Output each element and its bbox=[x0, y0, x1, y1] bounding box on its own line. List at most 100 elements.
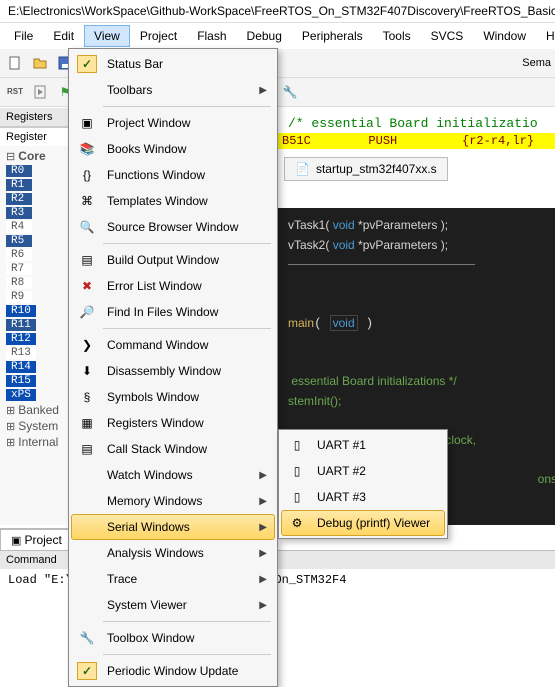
system-viewer-icon bbox=[77, 596, 97, 614]
menu-file[interactable]: File bbox=[4, 25, 43, 47]
menu-find-in-files[interactable]: 🔎Find In Files Window bbox=[71, 299, 275, 325]
serial-icon bbox=[77, 518, 97, 536]
wrench-icon[interactable]: 🔧 bbox=[279, 81, 301, 103]
disassembly-icon: ⬇ bbox=[77, 362, 97, 380]
menu-call-stack[interactable]: ▤Call Stack Window bbox=[71, 436, 275, 462]
run-icon[interactable] bbox=[29, 81, 51, 103]
chevron-right-icon: ▶ bbox=[259, 574, 267, 585]
reg-r12[interactable]: R12 bbox=[6, 333, 36, 345]
reg-xps[interactable]: xPS bbox=[6, 389, 36, 401]
new-file-icon[interactable] bbox=[4, 52, 26, 74]
menu-system-viewer[interactable]: System Viewer▶ bbox=[71, 592, 275, 618]
menu-edit[interactable]: Edit bbox=[43, 25, 84, 47]
menu-window[interactable]: Window bbox=[473, 25, 536, 47]
reg-r6[interactable]: R6 bbox=[6, 249, 32, 261]
menu-disassembly[interactable]: ⬇Disassembly Window bbox=[71, 358, 275, 384]
menu-command-window[interactable]: ❯Command Window bbox=[71, 332, 275, 358]
menu-project[interactable]: Project bbox=[130, 25, 187, 47]
reg-r10[interactable]: R10 bbox=[6, 305, 36, 317]
menu-svcs[interactable]: SVCS bbox=[421, 25, 474, 47]
menu-templates-window[interactable]: ⌘Templates Window bbox=[71, 188, 275, 214]
menu-project-window[interactable]: ▣Project Window bbox=[71, 110, 275, 136]
toolbox-icon: 🔧 bbox=[77, 629, 97, 647]
code-comment: /* essential Board initializatio bbox=[278, 108, 555, 133]
books-icon: 📚 bbox=[77, 140, 97, 158]
check-icon bbox=[77, 55, 97, 73]
core-node[interactable]: ⊟ Core bbox=[4, 148, 65, 164]
menu-memory[interactable]: Memory Windows▶ bbox=[71, 488, 275, 514]
menu-help[interactable]: Help bbox=[536, 25, 555, 47]
uart-icon: ▯ bbox=[287, 488, 307, 506]
reg-r11[interactable]: R11 bbox=[6, 319, 36, 331]
error-list-icon: ✖ bbox=[77, 277, 97, 295]
symbols-icon: § bbox=[77, 388, 97, 406]
menubar: File Edit View Project Flash Debug Perip… bbox=[0, 23, 555, 49]
menu-trace[interactable]: Trace▶ bbox=[71, 566, 275, 592]
reg-r4[interactable]: R4 bbox=[6, 221, 32, 233]
code-asm-highlight: B51C PUSH {r2-r4,lr} bbox=[278, 133, 555, 149]
register-tab[interactable]: Register bbox=[0, 127, 69, 146]
trace-icon bbox=[77, 570, 97, 588]
chevron-right-icon: ▶ bbox=[259, 522, 267, 533]
menu-debug-printf[interactable]: ⚙Debug (printf) Viewer bbox=[281, 510, 445, 536]
menu-periodic-update[interactable]: Periodic Window Update bbox=[71, 658, 275, 684]
reg-r15[interactable]: R15 bbox=[6, 375, 36, 387]
reg-r7[interactable]: R7 bbox=[6, 263, 32, 275]
menu-watch[interactable]: Watch Windows▶ bbox=[71, 462, 275, 488]
project-tab[interactable]: ▣ Project bbox=[0, 529, 73, 550]
menu-source-browser[interactable]: 🔍Source Browser Window bbox=[71, 214, 275, 240]
internal-node[interactable]: ⊞ Internal bbox=[4, 434, 65, 450]
reg-r9[interactable]: R9 bbox=[6, 291, 32, 303]
menu-error-list[interactable]: ✖Error List Window bbox=[71, 273, 275, 299]
menu-uart3[interactable]: ▯UART #3 bbox=[281, 484, 445, 510]
command-icon: ❯ bbox=[77, 336, 97, 354]
analysis-icon bbox=[77, 544, 97, 562]
window-title: E:\Electronics\WorkSpace\Github-WorkSpac… bbox=[0, 0, 555, 23]
reset-icon[interactable]: RST bbox=[4, 81, 26, 103]
reg-r5[interactable]: R5 bbox=[6, 235, 32, 247]
menu-toolbox[interactable]: 🔧Toolbox Window bbox=[71, 625, 275, 651]
menu-registers[interactable]: ▦Registers Window bbox=[71, 410, 275, 436]
reg-r2[interactable]: R2 bbox=[6, 193, 32, 205]
menu-functions-window[interactable]: {}Functions Window bbox=[71, 162, 275, 188]
file-tab[interactable]: 📄startup_stm32f407xx.s bbox=[284, 157, 448, 181]
chevron-right-icon: ▶ bbox=[259, 548, 267, 559]
reg-r3[interactable]: R3 bbox=[6, 207, 32, 219]
registers-title: Registers bbox=[0, 108, 69, 127]
watch-icon bbox=[77, 466, 97, 484]
menu-flash[interactable]: Flash bbox=[187, 25, 236, 47]
menu-books-window[interactable]: 📚Books Window bbox=[71, 136, 275, 162]
open-icon[interactable] bbox=[29, 52, 51, 74]
call-stack-icon: ▤ bbox=[77, 440, 97, 458]
sema-label: Sema bbox=[522, 57, 551, 69]
menu-peripherals[interactable]: Peripherals bbox=[292, 25, 373, 47]
view-dropdown: Status Bar Toolbars▶ ▣Project Window 📚Bo… bbox=[68, 48, 278, 687]
system-node[interactable]: ⊞ System bbox=[4, 418, 65, 434]
reg-r13[interactable]: R13 bbox=[6, 347, 36, 359]
blank-icon bbox=[77, 81, 97, 99]
reg-r14[interactable]: R14 bbox=[6, 361, 36, 373]
menu-view[interactable]: View bbox=[84, 25, 130, 47]
menu-build-output[interactable]: ▤Build Output Window bbox=[71, 247, 275, 273]
debug-printf-icon: ⚙ bbox=[287, 514, 307, 532]
registers-icon: ▦ bbox=[77, 414, 97, 432]
menu-symbols[interactable]: §Symbols Window bbox=[71, 384, 275, 410]
menu-uart2[interactable]: ▯UART #2 bbox=[281, 458, 445, 484]
menu-status-bar[interactable]: Status Bar bbox=[71, 51, 275, 77]
menu-serial[interactable]: Serial Windows▶ bbox=[71, 514, 275, 540]
menu-analysis[interactable]: Analysis Windows▶ bbox=[71, 540, 275, 566]
menu-toolbars[interactable]: Toolbars▶ bbox=[71, 77, 275, 103]
menu-uart1[interactable]: ▯UART #1 bbox=[281, 432, 445, 458]
registers-panel: Registers Register ⊟ Core R0 R1 R2 R3 R4… bbox=[0, 108, 70, 525]
templates-icon: ⌘ bbox=[77, 192, 97, 210]
menu-tools[interactable]: Tools bbox=[373, 25, 421, 47]
chevron-right-icon: ▶ bbox=[259, 85, 267, 96]
reg-r0[interactable]: R0 bbox=[6, 165, 32, 177]
banked-node[interactable]: ⊞ Banked bbox=[4, 402, 65, 418]
reg-r1[interactable]: R1 bbox=[6, 179, 32, 191]
reg-r8[interactable]: R8 bbox=[6, 277, 32, 289]
chevron-right-icon: ▶ bbox=[259, 600, 267, 611]
menu-debug[interactable]: Debug bbox=[237, 25, 292, 47]
uart-icon: ▯ bbox=[287, 462, 307, 480]
functions-icon: {} bbox=[77, 166, 97, 184]
